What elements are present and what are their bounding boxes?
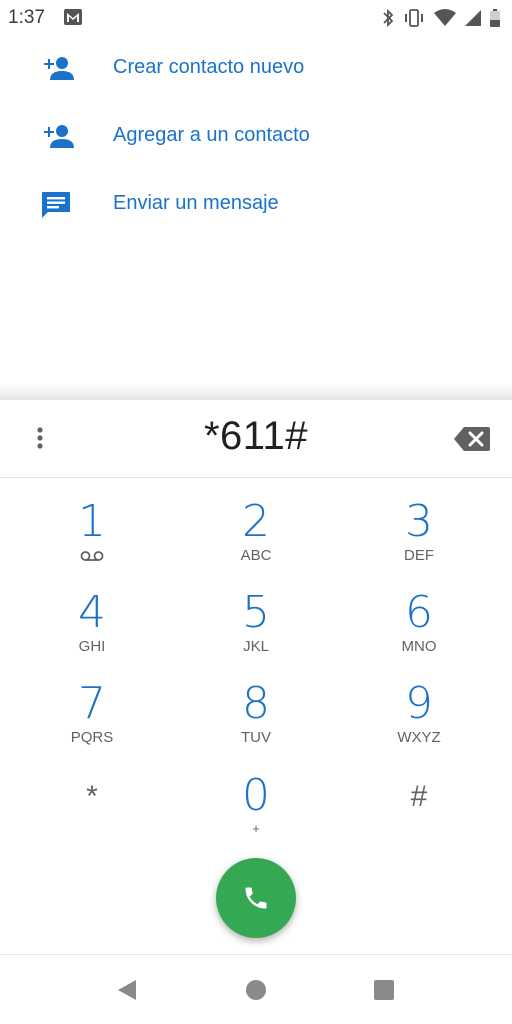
key-letters: WXYZ — [397, 729, 441, 746]
vibrate-icon — [405, 9, 423, 27]
dialpad: *611# 1 2 ABC 3 DEF 4 GHI 5 JKL 6 MNO 7 … — [0, 400, 512, 954]
call-button[interactable] — [216, 858, 296, 938]
backspace-icon — [454, 427, 490, 451]
key-6[interactable]: 6 MNO — [349, 589, 489, 673]
key-7[interactable]: 7 PQRS — [22, 680, 162, 764]
create-contact-label: Crear contacto nuevo — [113, 56, 305, 78]
recents-button[interactable] — [369, 975, 399, 1005]
key-letters: + — [252, 821, 260, 836]
key-letters: GHI — [78, 638, 106, 655]
send-message-label: Enviar un mensaje — [113, 192, 279, 214]
add-person-icon — [44, 125, 74, 148]
cell-signal-icon — [465, 10, 481, 26]
overflow-menu-button[interactable] — [22, 420, 58, 456]
home-icon — [246, 980, 266, 1000]
backspace-button[interactable] — [452, 424, 492, 454]
battery-icon — [490, 9, 500, 27]
wifi-icon — [434, 9, 456, 26]
key-digit: 4 — [78, 587, 106, 638]
dialed-number[interactable]: *611# — [96, 414, 416, 459]
key-letters: MNO — [401, 638, 437, 655]
voicemail-icon — [80, 551, 104, 561]
key-letters: DEF — [404, 547, 434, 564]
dialpad-header: *611# — [0, 400, 512, 478]
send-message-button[interactable]: Enviar un mensaje — [0, 172, 512, 236]
key-digit: 8 — [242, 678, 270, 729]
dialpad-shadow — [0, 384, 512, 400]
key-8[interactable]: 8 TUV — [186, 680, 326, 764]
key-letters: TUV — [241, 729, 271, 746]
status-bar: 1:37 — [0, 0, 512, 36]
key-2[interactable]: 2 ABC — [186, 498, 326, 582]
add-to-contact-label: Agregar a un contacto — [113, 124, 310, 146]
status-time: 1:37 — [8, 7, 45, 28]
key-letters: PQRS — [70, 729, 114, 746]
key-digit: 2 — [242, 496, 270, 547]
key-9[interactable]: 9 WXYZ — [349, 680, 489, 764]
key-pound[interactable]: # — [349, 772, 489, 856]
key-symbol: * — [86, 780, 98, 813]
create-contact-button[interactable]: Crear contacto nuevo — [0, 36, 512, 100]
key-letters: JKL — [243, 638, 269, 655]
bluetooth-icon — [383, 8, 394, 28]
back-button[interactable] — [112, 975, 142, 1005]
key-digit: 7 — [78, 678, 106, 729]
key-5[interactable]: 5 JKL — [186, 589, 326, 673]
recents-icon — [374, 980, 394, 1000]
back-icon — [118, 980, 136, 1000]
key-digit: 6 — [405, 587, 433, 638]
message-icon — [42, 192, 70, 218]
add-person-icon — [44, 57, 74, 80]
key-digit: 9 — [405, 678, 433, 729]
key-0[interactable]: 0 + — [186, 772, 326, 856]
key-4[interactable]: 4 GHI — [22, 589, 162, 673]
navigation-bar — [0, 954, 512, 1024]
home-button[interactable] — [241, 975, 271, 1005]
key-digit: 3 — [405, 496, 433, 547]
key-star[interactable]: * — [22, 772, 162, 856]
gmail-icon — [64, 9, 82, 25]
key-digit: 5 — [242, 587, 270, 638]
add-to-contact-button[interactable]: Agregar a un contacto — [0, 104, 512, 168]
key-digit: 0 — [242, 770, 270, 821]
more-vert-icon — [37, 427, 43, 449]
phone-icon — [245, 887, 267, 909]
key-digit: 1 — [78, 496, 106, 547]
key-1[interactable]: 1 — [22, 498, 162, 582]
key-letters: ABC — [240, 547, 272, 564]
key-symbol: # — [410, 780, 428, 813]
key-3[interactable]: 3 DEF — [349, 498, 489, 582]
